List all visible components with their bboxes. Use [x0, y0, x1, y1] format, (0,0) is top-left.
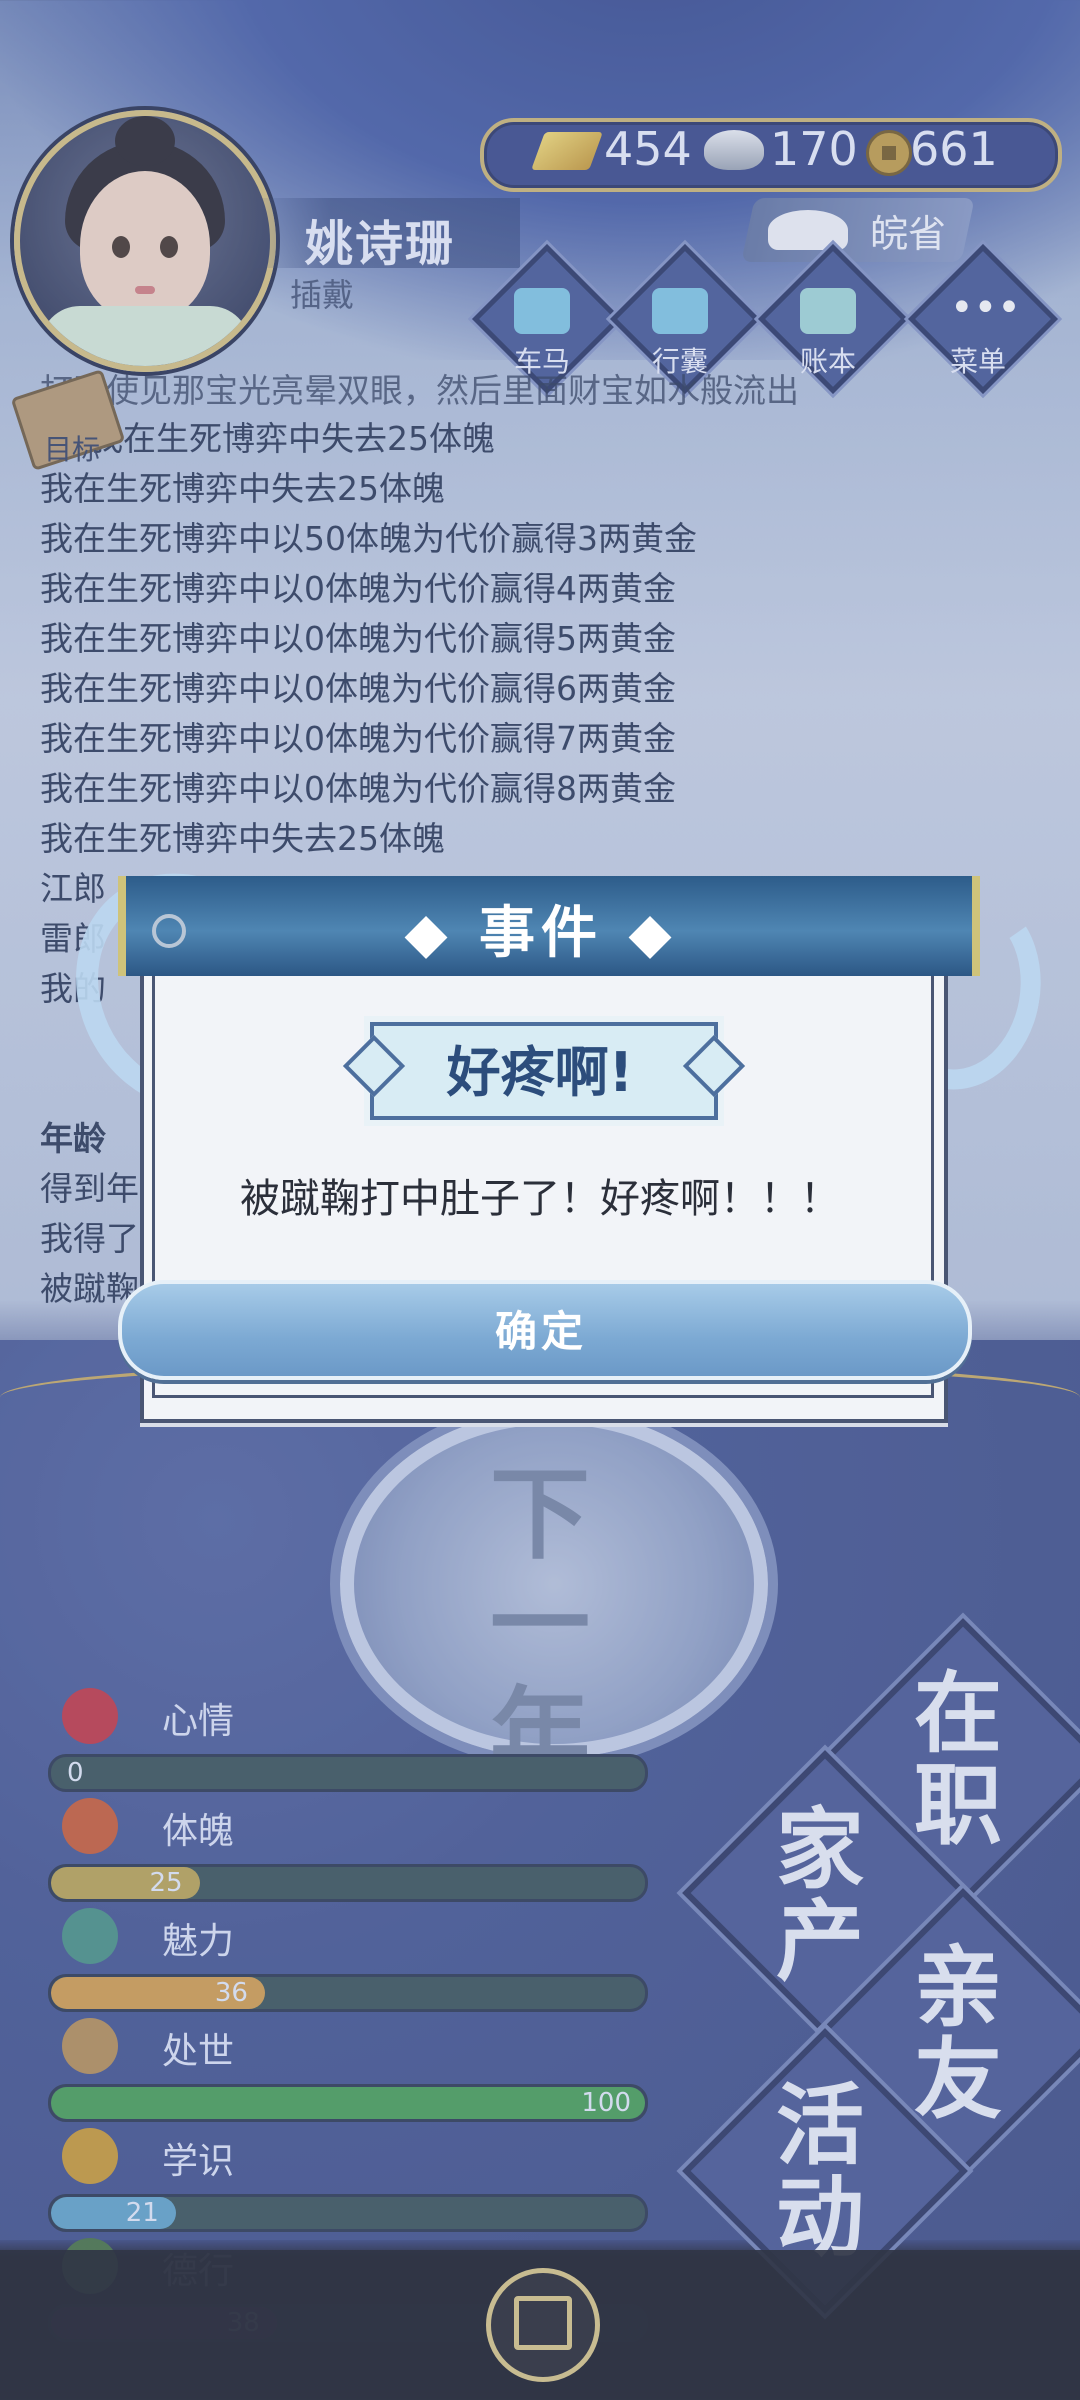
event-message: 被蹴鞠打中肚子了！好疼啊！！！ [240, 1176, 840, 1222]
dialog-title: ◆ 事件 ◆ [404, 901, 678, 966]
confirm-label: 确定 [494, 1307, 587, 1356]
event-name: 好疼啊! [446, 1041, 634, 1104]
dialog-title-text: 事件 [479, 901, 603, 966]
